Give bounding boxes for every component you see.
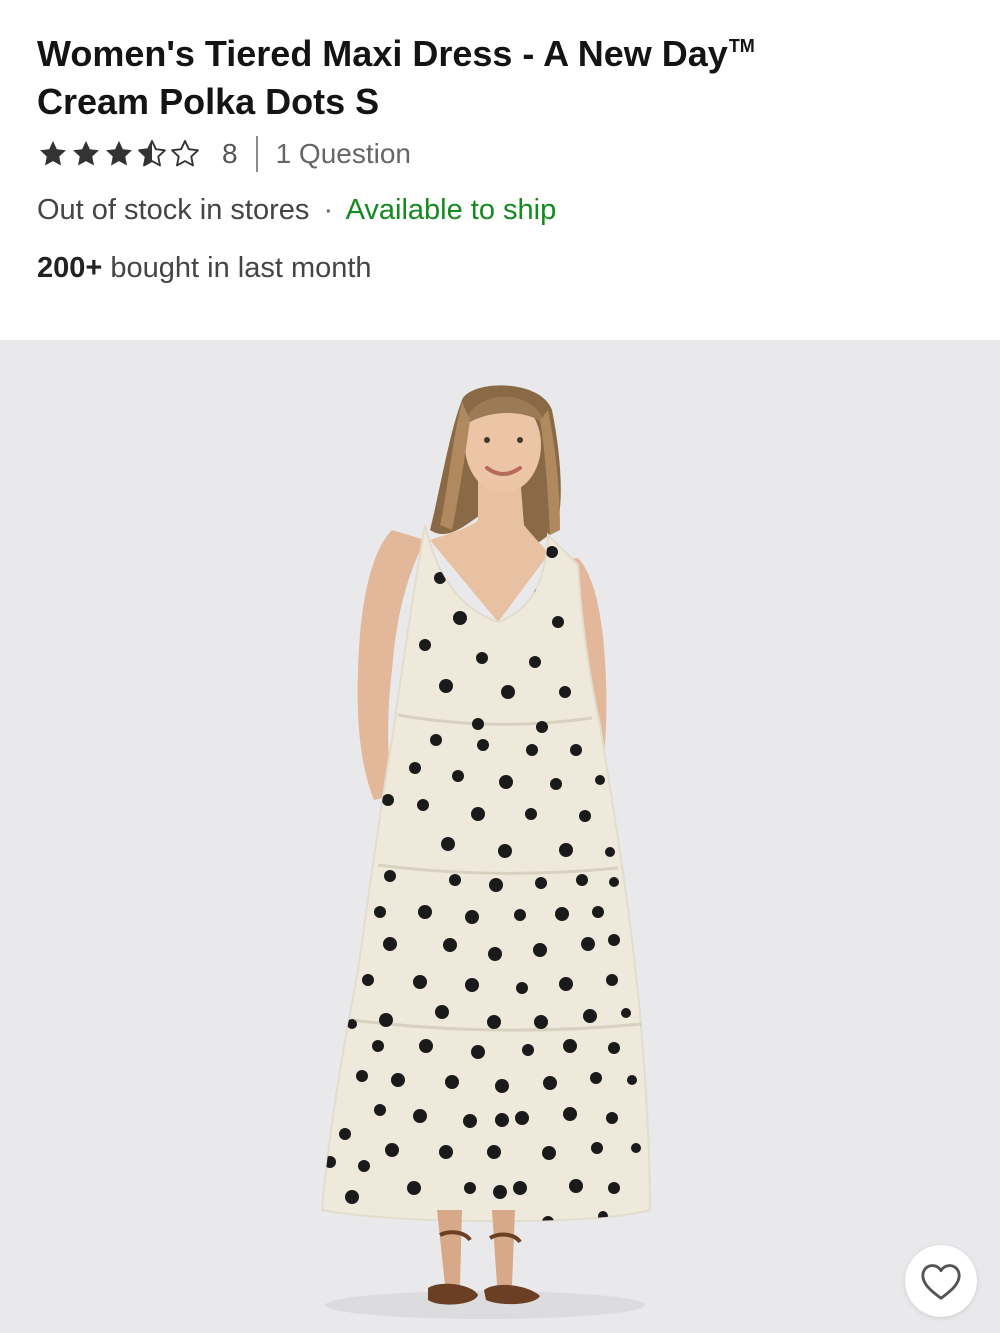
popularity-line: 200+ bought in last month xyxy=(37,248,372,288)
favorite-button[interactable] xyxy=(905,1245,977,1317)
star-filled-icon xyxy=(106,140,132,166)
availability-line: Out of stock in stores · Available to sh… xyxy=(37,190,556,230)
product-title-text: Women's Tiered Maxi Dress - A New Day xyxy=(37,33,728,74)
star-filled-icon xyxy=(73,140,99,166)
product-title: Women's Tiered Maxi Dress - A New DayTM C… xyxy=(37,22,937,126)
bought-text: bought in last month xyxy=(110,252,372,284)
product-variant: Cream Polka Dots S xyxy=(37,81,380,122)
star-half-icon xyxy=(138,140,166,167)
star-filled-icon xyxy=(40,140,66,166)
questions-link[interactable]: 1 Question xyxy=(276,138,411,170)
star-rating[interactable] xyxy=(37,138,202,170)
product-image[interactable] xyxy=(0,340,1000,1333)
bought-count: 200+ xyxy=(37,252,103,284)
heart-outline-icon xyxy=(921,1264,961,1300)
availability-separator: · xyxy=(323,194,334,226)
ship-availability: Available to ship xyxy=(345,194,557,226)
product-photo xyxy=(0,340,1000,1333)
rating-divider xyxy=(255,136,258,172)
rating-row[interactable]: 8 1 Question xyxy=(37,133,411,175)
product-header: Women's Tiered Maxi Dress - A New DayTM C… xyxy=(0,0,1000,340)
star-empty-icon xyxy=(171,140,199,167)
review-count[interactable]: 8 xyxy=(222,138,238,170)
store-availability: Out of stock in stores xyxy=(37,194,310,226)
trademark-symbol: TM xyxy=(728,36,755,56)
